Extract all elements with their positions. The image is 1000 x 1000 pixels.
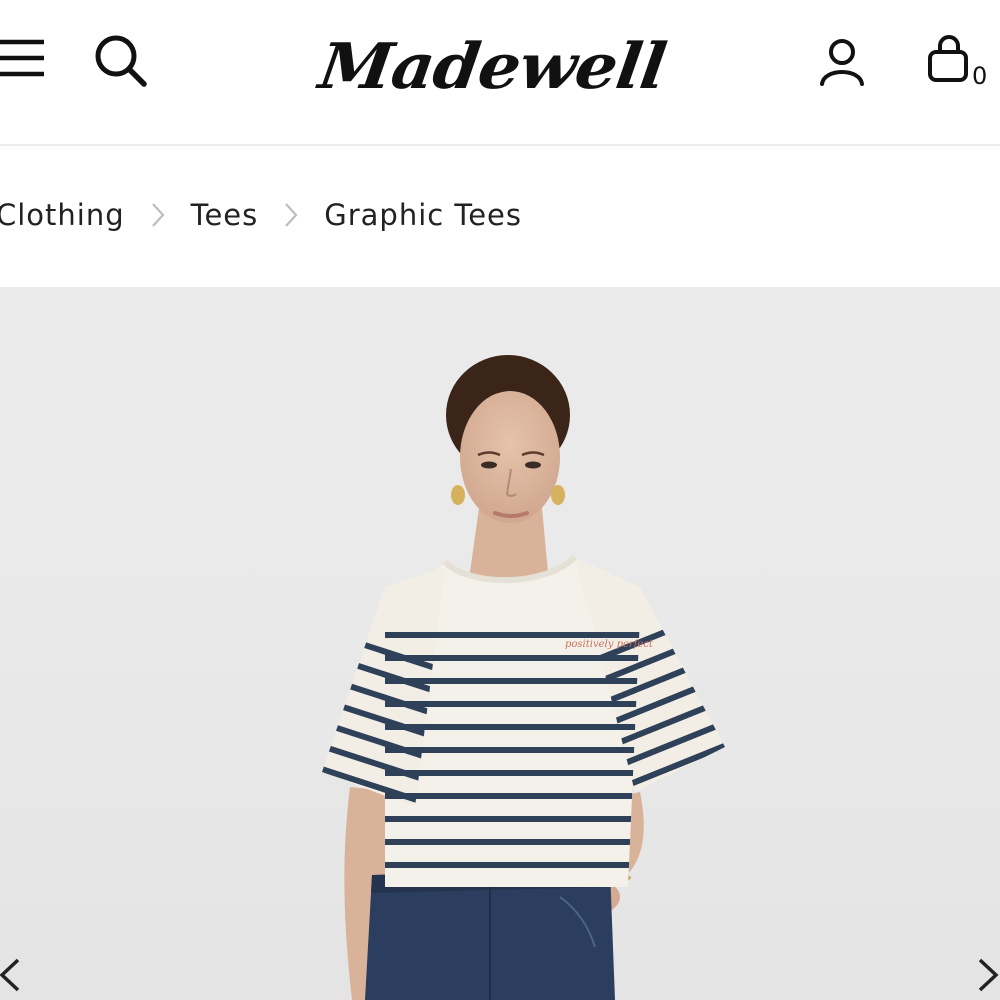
menu-button[interactable] <box>0 30 50 86</box>
chevron-left-icon <box>0 958 20 992</box>
shopping-bag-button[interactable]: 0 <box>924 32 994 96</box>
search-button[interactable] <box>92 32 150 90</box>
chevron-right-icon <box>125 195 191 235</box>
breadcrumb-item-clothing[interactable]: Clothing <box>0 198 125 232</box>
brand-logo[interactable]: Madewell <box>312 16 672 116</box>
brand-logo-text: Madewell <box>314 28 670 104</box>
shopping-bag-icon <box>928 35 968 82</box>
product-page: Madewell 0 Clothing Tees Graphic Tees po… <box>0 0 1000 1000</box>
account-button[interactable] <box>814 34 870 90</box>
breadcrumb-item-tees[interactable]: Tees <box>191 198 259 232</box>
product-image[interactable]: positively perfect <box>0 287 1000 1000</box>
chevron-right-icon <box>978 958 999 992</box>
user-icon <box>820 39 864 86</box>
breadcrumb: Clothing Tees Graphic Tees <box>0 190 522 240</box>
carousel-prev-button[interactable] <box>0 940 30 1000</box>
bag-count: 0 <box>972 62 988 90</box>
hamburger-menu-icon <box>0 39 44 77</box>
product-photo: positively perfect <box>322 355 725 1000</box>
site-header: Madewell 0 <box>0 0 1000 146</box>
chevron-right-icon <box>258 195 324 235</box>
breadcrumb-item-graphic-tees[interactable]: Graphic Tees <box>324 198 522 232</box>
shirt-embroidery: positively perfect <box>565 639 654 650</box>
carousel-next-button[interactable] <box>968 940 1000 1000</box>
search-icon <box>95 35 147 87</box>
